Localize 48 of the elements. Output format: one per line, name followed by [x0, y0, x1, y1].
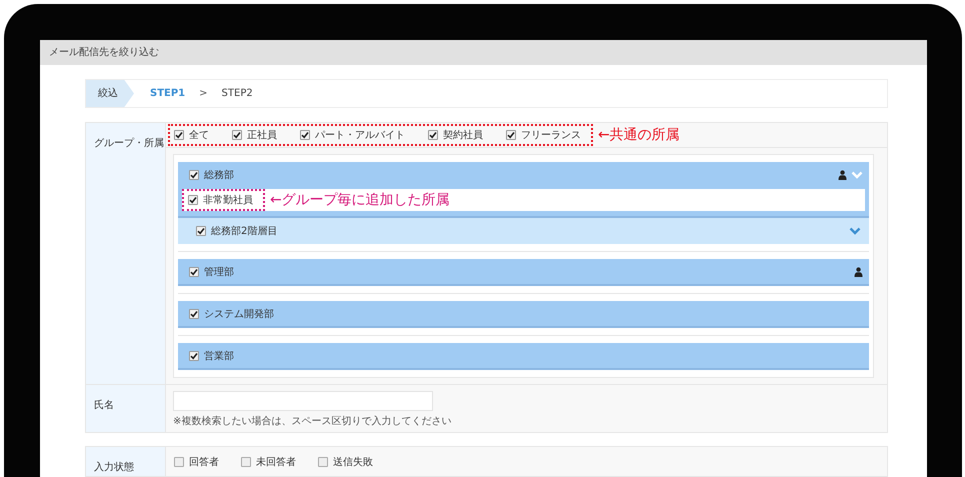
option-label: 未回答者: [256, 456, 296, 468]
checkbox[interactable]: [188, 195, 198, 205]
checkbox[interactable]: [174, 130, 184, 140]
breadcrumb-step[interactable]: STEP2: [222, 88, 253, 99]
option-label: 非常勤社員: [203, 194, 253, 207]
annotation-text: ←グループ毎に追加した所属: [270, 191, 450, 209]
annotation-text: ←共通の所属: [598, 126, 680, 144]
group-name: 営業部: [204, 350, 234, 362]
option-label: フリーランス: [521, 129, 581, 142]
hint-text: ※複数検索したい場合は、スペース区切りで入力してください: [173, 414, 452, 428]
checkbox[interactable]: [300, 130, 310, 140]
checkbox[interactable]: [174, 456, 184, 466]
option-label: 全て: [189, 129, 209, 142]
option-label: 正社員: [247, 128, 277, 142]
checkbox[interactable]: [189, 170, 199, 180]
subgroup-header[interactable]: 総務部2階層目: [178, 218, 869, 244]
group-name: システム開発部: [204, 308, 274, 320]
field-label: グループ・所属: [86, 123, 166, 384]
group-name: 管理部: [204, 266, 234, 278]
subgroup-name: 総務部2階層目: [211, 224, 278, 238]
breadcrumb-label: 絞込: [86, 80, 134, 107]
name-input-field[interactable]: [173, 391, 433, 411]
checkbox[interactable]: [428, 130, 438, 140]
chevron-down-icon: [851, 170, 863, 178]
checkbox[interactable]: [506, 130, 516, 140]
field-label: 入力状態: [86, 447, 166, 476]
group-header[interactable]: 管理部: [178, 259, 869, 286]
group-header[interactable]: 総務部: [178, 162, 869, 189]
option-label: 送信失敗: [333, 456, 373, 468]
field-label: 氏名: [86, 385, 166, 432]
option-label: パート・アルバイト: [315, 129, 405, 142]
option-label: 契約社員: [443, 128, 483, 142]
chevron-down-icon: [849, 227, 861, 235]
checkbox[interactable]: [189, 308, 199, 318]
breadcrumb-separator: >: [199, 88, 208, 99]
group-name: 総務部: [204, 168, 234, 182]
person-icon: [838, 170, 847, 180]
checkbox[interactable]: [189, 266, 199, 276]
window-title: メール配信先を絞り込む: [40, 40, 927, 65]
option-label: 回答者: [189, 456, 219, 468]
group-header[interactable]: システム開発部: [178, 301, 869, 328]
checkbox[interactable]: [196, 226, 206, 236]
checkbox[interactable]: [241, 456, 251, 466]
person-icon: [854, 266, 863, 276]
checkbox[interactable]: [232, 130, 242, 140]
checkbox[interactable]: [189, 350, 199, 360]
group-header[interactable]: 営業部: [178, 343, 869, 370]
checkbox[interactable]: [318, 456, 328, 466]
